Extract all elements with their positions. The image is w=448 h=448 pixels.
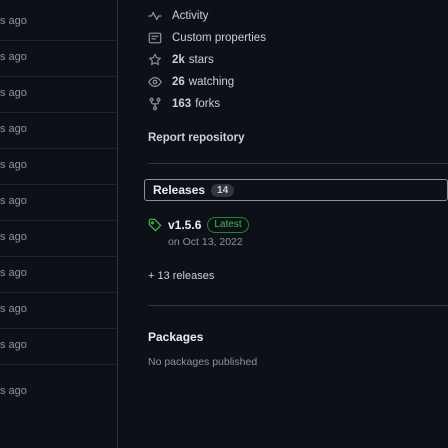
row-divider xyxy=(0,148,118,149)
report-repository-link[interactable]: Report repository xyxy=(148,132,245,144)
tag-icon xyxy=(148,218,162,232)
commit-age: s ago xyxy=(0,303,27,315)
stars-label: stars xyxy=(188,54,214,66)
list-item: s ago xyxy=(0,87,118,99)
activity-link[interactable]: Activity xyxy=(148,8,208,24)
watchers-link[interactable]: 26 watching xyxy=(148,74,234,90)
commit-age: s ago xyxy=(0,87,27,99)
packages-heading-link[interactable]: Packages xyxy=(148,330,203,344)
row-divider xyxy=(0,364,118,365)
section-divider xyxy=(148,305,448,306)
list-item: s ago xyxy=(0,267,118,279)
list-item: s ago xyxy=(0,51,118,63)
repo-forked-icon xyxy=(148,97,162,111)
commit-age: s ago xyxy=(0,339,27,351)
release-date: on Oct 13, 2022 xyxy=(168,236,243,248)
stars-count: 2k xyxy=(172,54,185,66)
list-item: s ago xyxy=(0,15,118,27)
row-divider xyxy=(0,76,118,77)
commit-age: s ago xyxy=(0,15,27,27)
list-item: s ago xyxy=(0,159,118,171)
row-divider xyxy=(0,220,118,221)
release-version: v1.5.6 xyxy=(168,218,202,232)
commit-age: s ago xyxy=(0,123,27,135)
note-icon xyxy=(148,31,162,45)
commit-age: s ago xyxy=(0,195,27,207)
watching-label: watching xyxy=(188,76,235,88)
custom-properties-link[interactable]: Custom properties xyxy=(148,30,266,46)
pulse-icon xyxy=(148,9,162,23)
latest-release-link[interactable]: v1.5.6 Latest xyxy=(148,217,249,233)
commit-age: s ago xyxy=(0,159,27,171)
list-item: s ago xyxy=(0,195,118,207)
releases-heading-link[interactable]: Releases 14 xyxy=(144,179,448,201)
custom-properties-label: Custom properties xyxy=(172,32,266,44)
row-divider xyxy=(0,292,118,293)
packages-empty-text: No packages published xyxy=(148,356,258,368)
repository-page: s ago s ago s ago s ago s ago s ago s ag… xyxy=(0,0,448,448)
row-divider xyxy=(0,328,118,329)
row-divider xyxy=(0,256,118,257)
file-list-age-column: s ago s ago s ago s ago s ago s ago s ag… xyxy=(0,0,118,448)
row-divider xyxy=(0,40,118,41)
watching-count: 26 xyxy=(172,76,185,88)
releases-title: Releases xyxy=(153,183,206,197)
stars-link[interactable]: 2k stars xyxy=(148,52,214,68)
commit-age: s ago xyxy=(0,267,27,279)
latest-badge: Latest xyxy=(207,217,249,233)
forks-link[interactable]: 163 forks xyxy=(148,96,220,112)
commit-age: s ago xyxy=(0,385,27,397)
list-item: s ago xyxy=(0,123,118,135)
section-divider xyxy=(148,163,448,164)
activity-label: Activity xyxy=(172,10,209,22)
list-item: s ago xyxy=(0,385,118,397)
star-icon xyxy=(148,53,162,67)
list-item: s ago xyxy=(0,339,118,351)
repository-sidebar: Activity Custom properties 2k stars 26 w… xyxy=(122,0,448,448)
forks-label: forks xyxy=(195,98,221,110)
eye-icon xyxy=(148,75,162,89)
forks-count: 163 xyxy=(172,98,192,110)
releases-count-badge: 14 xyxy=(211,183,235,197)
commit-age: s ago xyxy=(0,231,27,243)
list-item: s ago xyxy=(0,303,118,315)
row-divider xyxy=(0,184,118,185)
commit-age: s ago xyxy=(0,51,27,63)
more-releases-link[interactable]: + 13 releases xyxy=(148,270,214,282)
row-divider xyxy=(0,112,118,113)
list-item: s ago xyxy=(0,231,118,243)
